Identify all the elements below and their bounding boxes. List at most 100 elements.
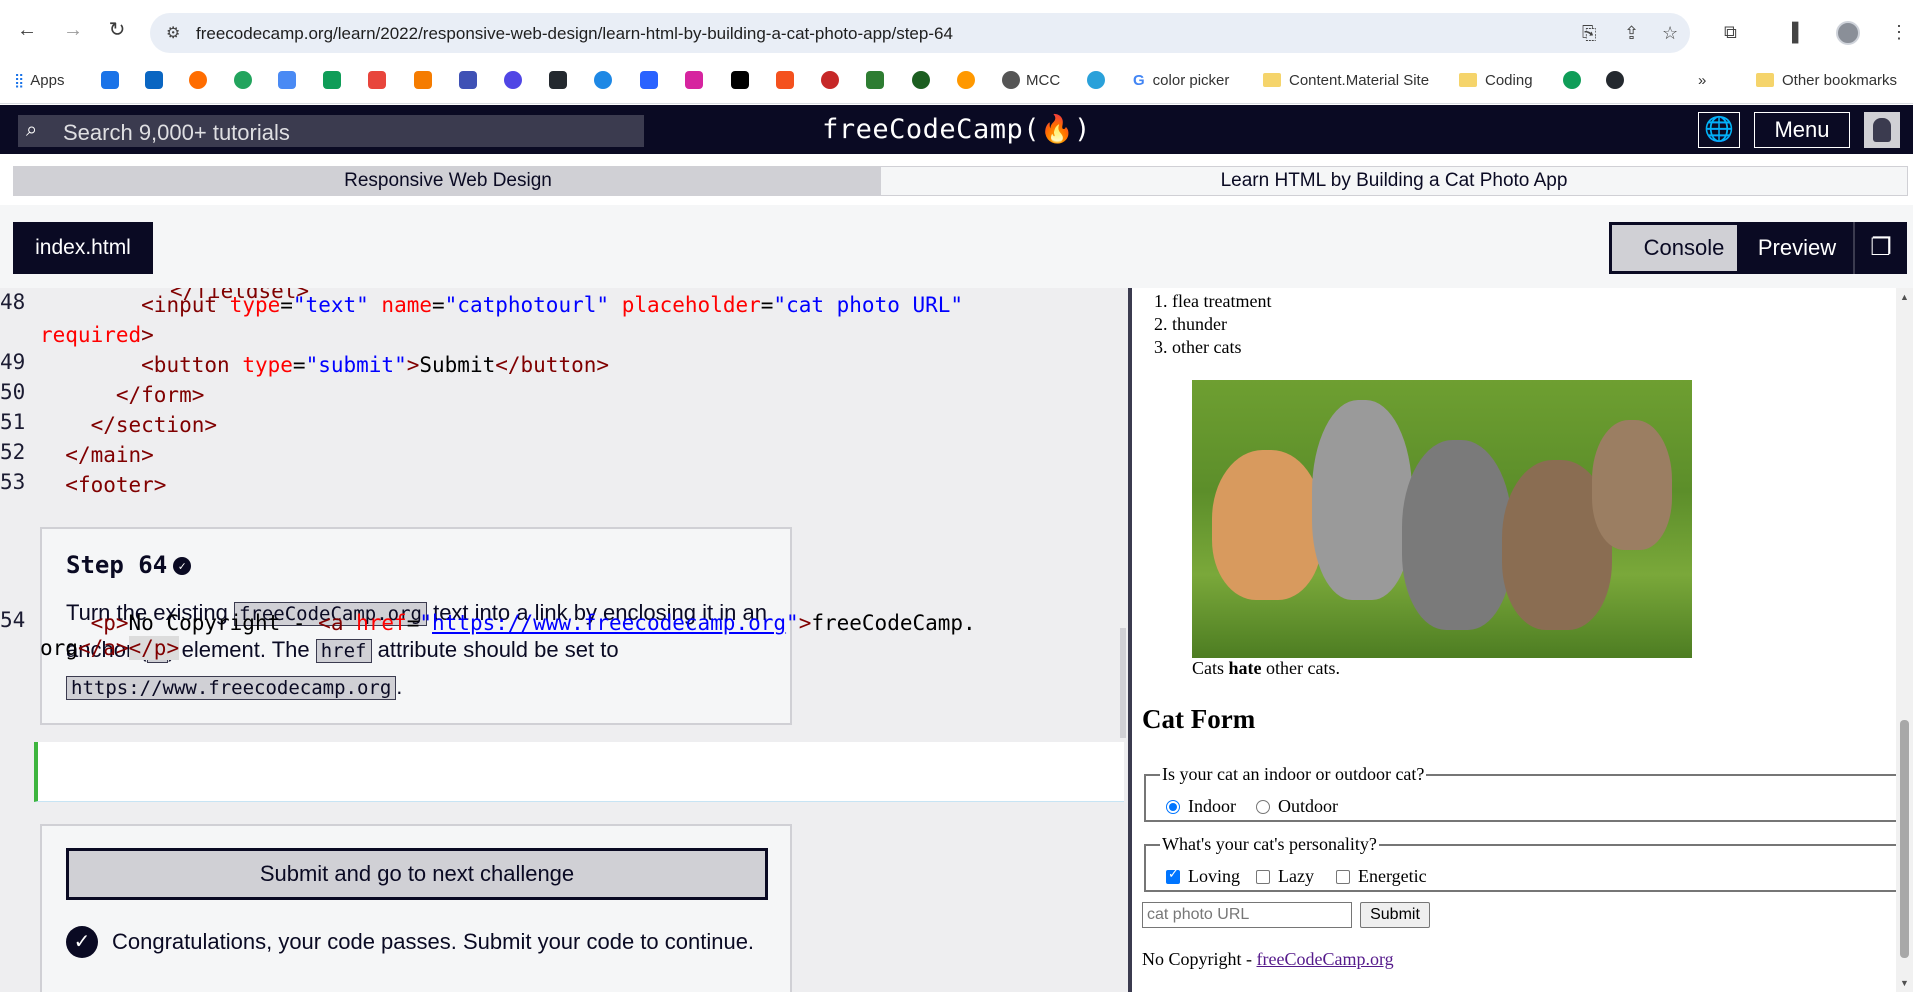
install-app-icon[interactable]: ⎘	[1582, 23, 1596, 44]
checkbox[interactable]	[1166, 867, 1180, 884]
chrome-menu-icon[interactable]: ⋮	[1890, 22, 1908, 43]
code-line-wrap[interactable]: org</a></p>	[40, 633, 180, 663]
bookmark-favicon-4[interactable]	[234, 70, 258, 90]
favicon	[323, 71, 341, 89]
favicon	[278, 71, 296, 89]
fieldset-legend: What's your cat's personality?	[1160, 834, 1379, 855]
bookmark-favicon-17[interactable]	[821, 70, 845, 90]
bookmark-favicon-3[interactable]	[189, 70, 213, 90]
avatar-figure	[1873, 118, 1891, 142]
fcc-logo[interactable]: freeCodeCamp(🔥)	[0, 113, 1913, 145]
favicon	[594, 71, 612, 89]
favicon	[1563, 71, 1581, 89]
instagram-icon	[685, 71, 703, 89]
forward-icon[interactable]: →	[62, 19, 84, 41]
bookmark-favicon-20[interactable]	[957, 70, 981, 90]
checkbox[interactable]	[1336, 869, 1350, 884]
loving-checkbox-option[interactable]: Loving	[1166, 866, 1240, 887]
breadcrumb-course[interactable]: Responsive Web Design	[13, 166, 893, 196]
globe-icon	[1002, 71, 1020, 89]
radio-button[interactable]	[1166, 799, 1180, 814]
bookmark-favicon-9[interactable]	[459, 70, 483, 90]
submit-next-button[interactable]: Submit and go to next challenge	[66, 848, 768, 900]
bookmark-mcc[interactable]: MCC	[1002, 70, 1060, 90]
language-globe-icon[interactable]: 🌐	[1698, 112, 1740, 148]
bookmark-favicon-11[interactable]	[549, 70, 573, 90]
bookmark-favicon-8[interactable]	[414, 70, 438, 90]
bookmark-favicon-16[interactable]	[776, 70, 800, 90]
code-editor[interactable]: </fieldset> 48 <input type="text" name="…	[0, 288, 1128, 992]
cat-photo-url-input[interactable]: cat photo URL	[1142, 902, 1352, 928]
line-number: 53	[0, 470, 26, 494]
line-number: 50	[0, 380, 26, 404]
code-line: <button type="submit">Submit</button>	[141, 353, 610, 377]
code-line: </section>	[90, 413, 218, 437]
popout-preview-icon[interactable]: ❐	[1853, 222, 1907, 274]
indoor-radio-option[interactable]: Indoor	[1166, 796, 1236, 817]
submit-panel: Submit and go to next challenge ✓ Congra…	[40, 824, 792, 992]
bookmark-instagram[interactable]	[685, 70, 709, 90]
menu-button[interactable]: Menu	[1754, 112, 1850, 148]
footer-text: No Copyright - freeCodeCamp.org	[1142, 949, 1394, 969]
bookmark-favicon-1[interactable]	[101, 70, 125, 90]
scroll-up-icon[interactable]: ▲	[1900, 292, 1909, 302]
site-info-icon[interactable]: ⚙	[166, 23, 180, 43]
outdoor-radio-option[interactable]: Outdoor	[1256, 796, 1338, 817]
bookmark-telegram[interactable]	[1087, 70, 1111, 90]
favicon	[912, 71, 930, 89]
bookmark-tiktok[interactable]	[731, 70, 755, 90]
bookmark-favicon-13[interactable]	[640, 70, 664, 90]
form-submit-button[interactable]: Submit	[1360, 902, 1430, 928]
bookmark-other[interactable]: Other bookmarks	[1756, 70, 1897, 90]
profile-avatar[interactable]	[1836, 21, 1860, 45]
preview-scroll-thumb[interactable]	[1900, 720, 1909, 958]
editable-region[interactable]	[34, 742, 1124, 802]
editor-scrollbar[interactable]	[1120, 628, 1126, 738]
inline-code: https://www.freecodecamp.org	[66, 676, 397, 700]
favicon	[101, 71, 119, 89]
indoor-outdoor-fieldset: Is your cat an indoor or outdoor cat? In…	[1144, 764, 1899, 822]
bookmark-favicon-18[interactable]	[866, 70, 890, 90]
address-bar[interactable]: ⚙ freecodecamp.org/learn/2022/responsive…	[150, 13, 1690, 53]
user-avatar[interactable]	[1864, 112, 1900, 148]
linkedin-icon	[145, 71, 163, 89]
bookmark-favicon-10[interactable]	[504, 70, 528, 90]
lazy-checkbox-option[interactable]: Lazy	[1256, 866, 1314, 887]
footer-link[interactable]: freeCodeCamp.org	[1257, 949, 1394, 969]
share-icon[interactable]: ⇪	[1624, 23, 1639, 44]
checkbox[interactable]	[1256, 869, 1270, 884]
breadcrumb: Responsive Web Design Learn HTML by Buil…	[0, 154, 1913, 205]
radio-button[interactable]	[1256, 799, 1270, 814]
bookmark-favicon-6[interactable]	[323, 70, 347, 90]
scroll-down-icon[interactable]: ▼	[1900, 978, 1909, 988]
preview-button[interactable]: Preview	[1737, 222, 1857, 274]
telegram-icon	[1087, 71, 1105, 89]
bookmark-content-material[interactable]: Content.Material Site	[1263, 70, 1429, 90]
url-text[interactable]: freecodecamp.org/learn/2022/responsive-w…	[196, 24, 953, 44]
bookmark-color-picker[interactable]: G color picker	[1133, 70, 1229, 90]
bookmark-favicon-12[interactable]	[594, 70, 618, 90]
line-number: 51	[0, 410, 26, 434]
bookmark-favicon-7[interactable]	[368, 70, 392, 90]
favicon	[504, 71, 522, 89]
favicon	[414, 71, 432, 89]
bookmark-coding[interactable]: Coding	[1459, 70, 1533, 90]
bookmark-favicon-5[interactable]	[278, 70, 302, 90]
energetic-checkbox-option[interactable]: Energetic	[1336, 866, 1427, 887]
tab-index-html[interactable]: index.html	[13, 222, 153, 274]
bookmark-favicon-19[interactable]	[912, 70, 936, 90]
bookmark-star-icon[interactable]: ☆	[1662, 23, 1678, 44]
bookmarks-overflow-button[interactable]: »	[1698, 70, 1706, 90]
back-icon[interactable]: ←	[16, 19, 38, 41]
bookmark-apps[interactable]: ⣿ Apps	[14, 70, 64, 90]
favicon	[776, 71, 794, 89]
extensions-icon[interactable]: ⧉	[1724, 22, 1737, 43]
breadcrumb-project[interactable]: Learn HTML by Building a Cat Photo App	[880, 166, 1908, 196]
bookmark-favicon-10app[interactable]	[1563, 70, 1587, 90]
pass-check-icon: ✓	[66, 926, 98, 958]
reload-icon[interactable]: ↻	[106, 19, 128, 41]
side-panel-icon[interactable]: ▌	[1792, 22, 1805, 43]
bookmark-linkedin[interactable]	[145, 70, 169, 90]
code-line-active[interactable]: <p>No Copyright - <a href="https://www.f…	[40, 608, 976, 638]
bookmark-github[interactable]	[1606, 70, 1630, 90]
